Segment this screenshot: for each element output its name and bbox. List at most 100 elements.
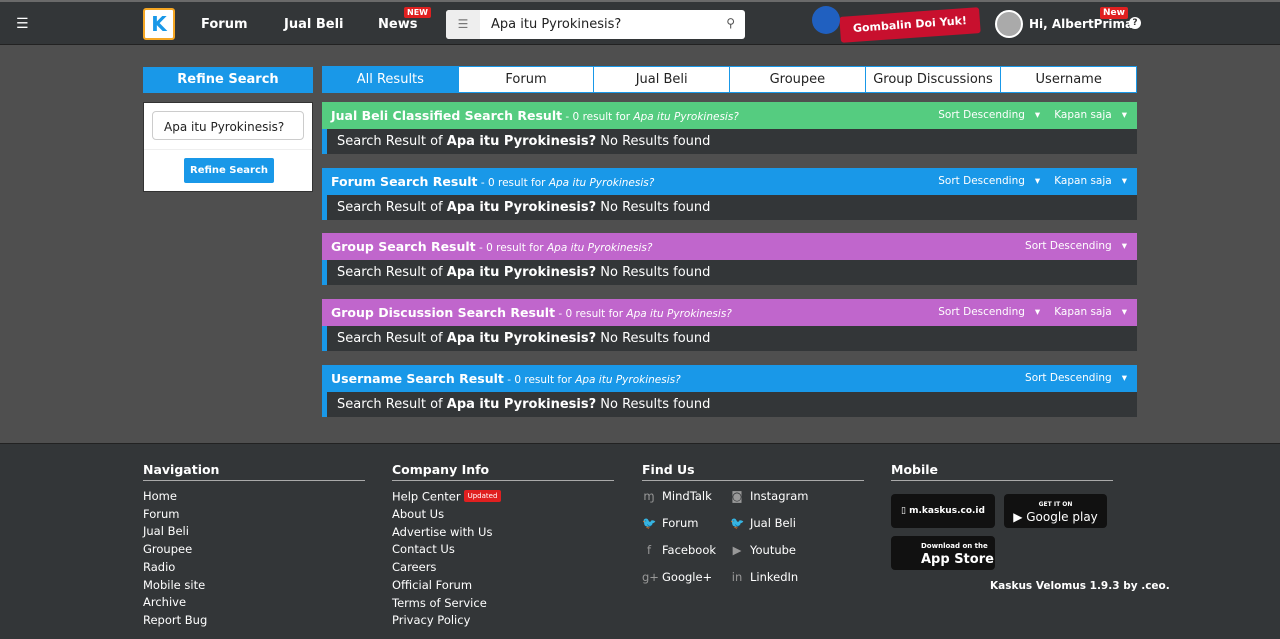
- section-header: Group Discussion Search Result - 0 resul…: [322, 299, 1137, 326]
- result-section: Forum Search Result - 0 result for Apa i…: [322, 168, 1137, 220]
- footer-link[interactable]: Official Forum: [392, 577, 614, 595]
- footer-link[interactable]: Help Center Updated: [392, 488, 614, 506]
- kaskus-logo[interactable]: K: [143, 8, 175, 40]
- user-new-badge: New: [1100, 7, 1128, 19]
- time-dropdown[interactable]: Kapan saja ▾: [1054, 175, 1127, 187]
- time-dropdown[interactable]: Kapan saja ▾: [1054, 109, 1127, 121]
- section-count: - 0 result for: [503, 374, 576, 386]
- updated-badge: Updated: [463, 490, 502, 502]
- refine-input[interactable]: Apa itu Pyrokinesis?: [152, 111, 304, 140]
- search-input[interactable]: Apa itu Pyrokinesis?: [491, 17, 621, 32]
- result-tabs: All Results Forum Jual Beli Groupee Grou…: [322, 66, 1137, 93]
- google-play-button[interactable]: GET IT ON ▶ Google play: [1004, 494, 1107, 528]
- tab-jual-beli[interactable]: Jual Beli: [593, 67, 730, 92]
- social-link[interactable]: 🐦 Jual Beli: [730, 515, 830, 532]
- googleplus-icon: g+: [642, 570, 659, 584]
- divider: [144, 149, 312, 150]
- tab-forum[interactable]: Forum: [457, 67, 594, 92]
- footer-link[interactable]: Mobile site: [143, 577, 365, 595]
- sort-dropdown[interactable]: Sort Descending ▾: [1025, 372, 1127, 384]
- footer: Navigation Home Forum Jual Beli Groupee Radi…: [0, 443, 1280, 639]
- section-header: Username Search Result - 0 result for Ap…: [322, 365, 1137, 392]
- footer-company: Company Info Help Center Updated About Us A…: [392, 462, 614, 630]
- footer-link[interactable]: Report Bug: [143, 612, 365, 630]
- mindtalk-icon: ɱ: [643, 489, 655, 503]
- footer-find-us: Find Us ɱ MindTalk ◙ Instagram 🐦 Forum 🐦 Jual B…: [642, 462, 864, 586]
- tab-all-results[interactable]: All Results: [323, 67, 458, 92]
- section-header: Forum Search Result - 0 result for Apa i…: [322, 168, 1137, 195]
- section-title: Group Discussion Search Result: [331, 305, 556, 320]
- sort-dropdown[interactable]: Sort Descending ▾: [938, 175, 1040, 187]
- help-icon[interactable]: ?: [1129, 17, 1141, 29]
- refine-title: Refine Search: [143, 67, 313, 93]
- nav-news[interactable]: News: [378, 17, 417, 32]
- footer-heading: Mobile: [891, 462, 1113, 481]
- footer-mobile: Mobile: [891, 462, 1113, 488]
- social-link[interactable]: in LinkedIn: [730, 569, 830, 586]
- footer-link[interactable]: Privacy Policy: [392, 612, 614, 630]
- footer-link[interactable]: Radio: [143, 559, 365, 577]
- user-greeting[interactable]: Hi, AlbertPrima: [1029, 17, 1133, 31]
- no-results-message: Search Result of Apa itu Pyrokinesis? No…: [322, 129, 1137, 154]
- menu-icon[interactable]: ☰: [446, 10, 480, 39]
- tab-groupee[interactable]: Groupee: [729, 67, 865, 92]
- new-badge: NEW: [404, 7, 431, 18]
- nav-jual-beli[interactable]: Jual Beli: [284, 17, 343, 32]
- footer-link[interactable]: About Us: [392, 506, 614, 524]
- social-link[interactable]: f Facebook: [642, 542, 730, 559]
- app-store-button[interactable]: Download on the App Store: [891, 536, 995, 570]
- section-query: Apa itu Pyrokinesis?: [633, 111, 739, 123]
- section-query: Apa itu Pyrokinesis?: [575, 374, 681, 386]
- twitter-icon: 🐦: [730, 516, 745, 530]
- footer-link[interactable]: Forum: [143, 506, 365, 524]
- section-title: Group Search Result: [331, 239, 476, 254]
- top-bar: ☰ K Forum Jual Beli News NEW ☰ Apa itu P…: [0, 0, 1280, 45]
- result-section: Jual Beli Classified Search Result - 0 r…: [322, 102, 1137, 154]
- footer-link[interactable]: Terms of Service: [392, 595, 614, 613]
- social-link[interactable]: ɱ MindTalk: [642, 488, 730, 505]
- no-results-message: Search Result of Apa itu Pyrokinesis? No…: [322, 326, 1137, 351]
- section-header: Jual Beli Classified Search Result - 0 r…: [322, 102, 1137, 129]
- footer-link[interactable]: Contact Us: [392, 541, 614, 559]
- version-text: Kaskus Velomus 1.9.3 by .ceo.: [990, 580, 1170, 592]
- linkedin-icon: in: [731, 570, 743, 584]
- section-count: - 0 result for: [555, 308, 627, 320]
- mobile-site-button[interactable]: ▯ m.kaskus.co.id: [891, 494, 995, 528]
- no-results-message: Search Result of Apa itu Pyrokinesis? No…: [322, 260, 1137, 285]
- youtube-icon: ▶: [732, 543, 742, 557]
- footer-link[interactable]: Home: [143, 488, 365, 506]
- section-header: Group Search Result - 0 result for Apa i…: [322, 233, 1137, 260]
- nav-forum[interactable]: Forum: [201, 17, 248, 32]
- section-query: Apa itu Pyrokinesis?: [548, 177, 655, 189]
- social-link[interactable]: ◙ Instagram: [730, 488, 830, 505]
- sort-dropdown[interactable]: Sort Descending ▾: [938, 109, 1040, 121]
- footer-link[interactable]: Groupee: [143, 541, 365, 559]
- hamburger-icon[interactable]: ☰: [16, 16, 29, 32]
- footer-link[interactable]: Advertise with Us: [392, 524, 614, 542]
- search-bar[interactable]: ☰ Apa itu Pyrokinesis? ⚲: [446, 10, 745, 39]
- tab-username[interactable]: Username: [1000, 67, 1137, 92]
- search-icon[interactable]: ⚲: [726, 16, 735, 30]
- social-link[interactable]: g+ Google+: [642, 569, 730, 586]
- footer-heading: Find Us: [642, 462, 864, 481]
- phone-icon: ▯: [901, 506, 910, 516]
- refine-search-button[interactable]: Refine Search: [184, 158, 274, 183]
- no-results-message: Search Result of Apa itu Pyrokinesis? No…: [322, 195, 1137, 220]
- footer-navigation: Navigation Home Forum Jual Beli Groupee Radi…: [143, 462, 365, 630]
- footer-link[interactable]: Archive: [143, 594, 365, 612]
- social-link[interactable]: 🐦 Forum: [642, 515, 730, 532]
- footer-link[interactable]: Jual Beli: [143, 523, 365, 541]
- tab-group-discussions[interactable]: Group Discussions: [864, 67, 1001, 92]
- sort-dropdown[interactable]: Sort Descending ▾: [1025, 240, 1127, 252]
- mascot-icon: [812, 6, 840, 34]
- section-count: - 0 result for: [475, 242, 547, 254]
- promo-banner[interactable]: Gombalin Doi Yuk!: [839, 7, 981, 43]
- section-query: Apa itu Pyrokinesis?: [546, 242, 653, 254]
- appstore-label: App Store: [921, 552, 994, 567]
- avatar[interactable]: [995, 10, 1023, 38]
- social-link[interactable]: ▶ Youtube: [730, 542, 830, 559]
- section-title: Forum Search Result: [331, 174, 478, 189]
- time-dropdown[interactable]: Kapan saja ▾: [1054, 306, 1127, 318]
- sort-dropdown[interactable]: Sort Descending ▾: [938, 306, 1040, 318]
- footer-link[interactable]: Careers: [392, 559, 614, 577]
